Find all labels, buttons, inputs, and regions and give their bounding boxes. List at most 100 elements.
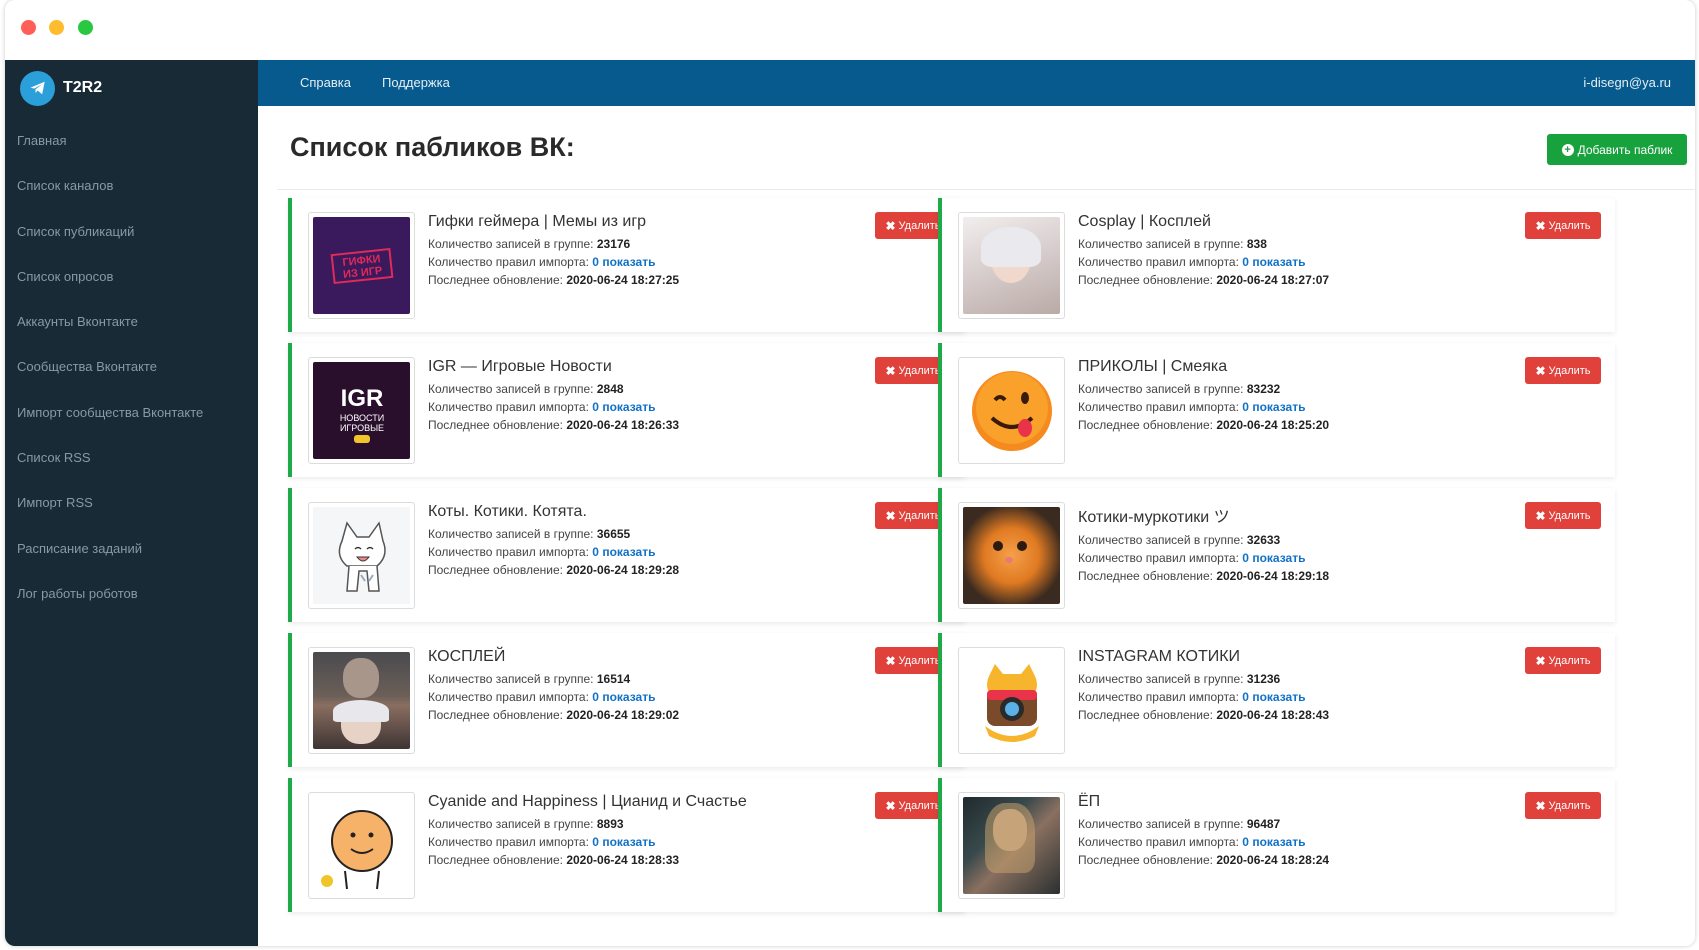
delete-button[interactable]: ✖ Удалить xyxy=(1525,502,1601,529)
group-name[interactable]: IGR — Игровые Новости xyxy=(428,358,679,376)
updated-line: Последнее обновление: 2020-06-24 18:28:4… xyxy=(1078,708,1330,722)
group-avatar[interactable] xyxy=(958,357,1065,464)
group-name[interactable]: Котики-муркотики ツ xyxy=(1078,503,1329,527)
close-icon: ✖ xyxy=(885,218,896,233)
delete-button[interactable]: ✖ Удалить xyxy=(1525,647,1601,674)
posts-count: 83232 xyxy=(1246,382,1281,396)
rules-count-link[interactable]: 0 xyxy=(1242,835,1249,849)
rules-count-link[interactable]: 0 xyxy=(592,255,599,269)
group-name[interactable]: INSTAGRAM КОТИКИ xyxy=(1078,648,1329,666)
posts-count-line: Количество записей в группе: 32633 xyxy=(1078,533,1281,547)
close-icon: ✖ xyxy=(885,798,896,813)
group-avatar[interactable] xyxy=(308,502,415,609)
close-icon: ✖ xyxy=(1535,653,1546,668)
group-avatar[interactable] xyxy=(958,502,1065,609)
updated-line: Последнее обновление: 2020-06-24 18:28:3… xyxy=(428,853,680,867)
group-info: ЁП Количество записей в группе: 96487 Ко… xyxy=(1078,793,1329,869)
group-card: INSTAGRAM КОТИКИ Количество записей в гр… xyxy=(938,633,1615,767)
group-card: Cosplay | Косплей Количество записей в г… xyxy=(938,198,1615,332)
cat-drawing-image xyxy=(313,507,410,604)
sidebar-item-vk-import[interactable]: Импорт сообщества Вконтакте xyxy=(5,390,258,435)
brand-name: T2R2 xyxy=(63,79,103,96)
group-avatar[interactable] xyxy=(958,647,1065,754)
updated-timestamp: 2020-06-24 18:29:28 xyxy=(566,563,680,577)
top-nav-bar: Справка Поддержка i-disegn@ya.ru xyxy=(258,60,1695,106)
close-window-button[interactable] xyxy=(21,20,36,35)
show-rules-link[interactable]: показать xyxy=(1252,400,1305,414)
group-name[interactable]: Гифки геймера | Мемы из игр xyxy=(428,213,679,231)
sidebar-item-vk-communities[interactable]: Сообщества Вконтакте xyxy=(5,344,258,389)
rules-count-link[interactable]: 0 xyxy=(592,545,599,559)
posts-count-line: Количество записей в группе: 16514 xyxy=(428,672,631,686)
delete-button[interactable]: ✖ Удалить xyxy=(1525,792,1601,819)
updated-timestamp: 2020-06-24 18:29:18 xyxy=(1216,569,1330,583)
group-avatar[interactable] xyxy=(958,212,1065,319)
group-avatar[interactable] xyxy=(308,647,415,754)
support-link[interactable]: Поддержка xyxy=(382,60,450,106)
cosplay-photo-image xyxy=(963,217,1060,314)
sidebar-item-rss-import[interactable]: Импорт RSS xyxy=(5,480,258,525)
updated-line: Последнее обновление: 2020-06-24 18:27:0… xyxy=(1078,273,1330,287)
group-name[interactable]: Cyanide and Happiness | Цианид и Счастье xyxy=(428,793,747,811)
minimize-window-button[interactable] xyxy=(49,20,64,35)
rules-count-link[interactable]: 0 xyxy=(1242,255,1249,269)
brand[interactable]: T2R2 xyxy=(20,68,102,108)
delete-button[interactable]: ✖ Удалить xyxy=(1525,357,1601,384)
svg-text:НОВОСТИ: НОВОСТИ xyxy=(339,413,383,423)
show-rules-link[interactable]: показать xyxy=(602,400,655,414)
group-avatar[interactable]: IGR НОВОСТИ ИГРОВЫЕ xyxy=(308,357,415,464)
show-rules-link[interactable]: показать xyxy=(602,255,655,269)
telegram-icon xyxy=(20,70,55,106)
group-info: Гифки геймера | Мемы из игр Количество з… xyxy=(428,213,679,289)
posts-count: 23176 xyxy=(596,237,631,251)
group-name[interactable]: Cosplay | Косплей xyxy=(1078,213,1329,231)
posts-count: 838 xyxy=(1246,237,1267,251)
rules-count-link[interactable]: 0 xyxy=(1242,551,1249,565)
show-rules-link[interactable]: показать xyxy=(1252,551,1305,565)
sidebar-item-vk-accounts[interactable]: Аккаунты Вконтакте xyxy=(5,299,258,344)
group-name[interactable]: Коты. Котики. Котята. xyxy=(428,503,679,521)
sidebar-item-home[interactable]: Главная xyxy=(5,118,258,163)
rules-count-link[interactable]: 0 xyxy=(1242,400,1249,414)
updated-timestamp: 2020-06-24 18:26:33 xyxy=(566,418,680,432)
group-avatar[interactable] xyxy=(308,792,415,899)
group-info: КОСПЛЕЙ Количество записей в группе: 165… xyxy=(428,648,679,724)
show-rules-link[interactable]: показать xyxy=(1252,255,1305,269)
rules-count-link[interactable]: 0 xyxy=(592,400,599,414)
delete-button[interactable]: ✖ Удалить xyxy=(1525,212,1601,239)
show-rules-link[interactable]: показать xyxy=(602,690,655,704)
sidebar-item-polls[interactable]: Список опросов xyxy=(5,254,258,299)
show-rules-link[interactable]: показать xyxy=(602,545,655,559)
help-link[interactable]: Справка xyxy=(300,60,351,106)
sidebar-item-publications[interactable]: Список публикаций xyxy=(5,209,258,254)
group-name[interactable]: ПРИКОЛЫ | Смеяка xyxy=(1078,358,1329,376)
posts-count: 36655 xyxy=(596,527,631,541)
group-info: ПРИКОЛЫ | Смеяка Количество записей в гр… xyxy=(1078,358,1329,434)
show-rules-link[interactable]: показать xyxy=(1252,835,1305,849)
updated-timestamp: 2020-06-24 18:28:24 xyxy=(1216,853,1330,867)
maximize-window-button[interactable] xyxy=(78,20,93,35)
group-name[interactable]: КОСПЛЕЙ xyxy=(428,648,679,666)
gifki-logo-image: ГИФКИ ИЗ ИГР xyxy=(313,217,410,314)
sidebar-item-schedule[interactable]: Расписание заданий xyxy=(5,526,258,571)
close-icon: ✖ xyxy=(1535,363,1546,378)
kitten-photo-image xyxy=(963,507,1060,604)
browser-window: T2R2 Главная Список каналов Список публи… xyxy=(5,0,1695,946)
posts-count: 31236 xyxy=(1246,672,1281,686)
sidebar-item-robot-log[interactable]: Лог работы роботов xyxy=(5,571,258,616)
rules-count-link[interactable]: 0 xyxy=(1242,690,1249,704)
show-rules-link[interactable]: показать xyxy=(602,835,655,849)
sidebar-item-rss-list[interactable]: Список RSS xyxy=(5,435,258,480)
rules-count-link[interactable]: 0 xyxy=(592,835,599,849)
rules-count-link[interactable]: 0 xyxy=(592,690,599,704)
updated-line: Последнее обновление: 2020-06-24 18:29:0… xyxy=(428,708,680,722)
group-info: Коты. Котики. Котята. Количество записей… xyxy=(428,503,679,579)
show-rules-link[interactable]: показать xyxy=(1252,690,1305,704)
group-card: Котики-муркотики ツ Количество записей в … xyxy=(938,488,1615,622)
group-name[interactable]: ЁП xyxy=(1078,793,1329,811)
sidebar-item-channels[interactable]: Список каналов xyxy=(5,163,258,208)
window-titlebar xyxy=(5,0,1695,60)
group-avatar[interactable]: ГИФКИ ИЗ ИГР xyxy=(308,212,415,319)
user-email-link[interactable]: i-disegn@ya.ru xyxy=(1583,60,1671,106)
group-avatar[interactable] xyxy=(958,792,1065,899)
